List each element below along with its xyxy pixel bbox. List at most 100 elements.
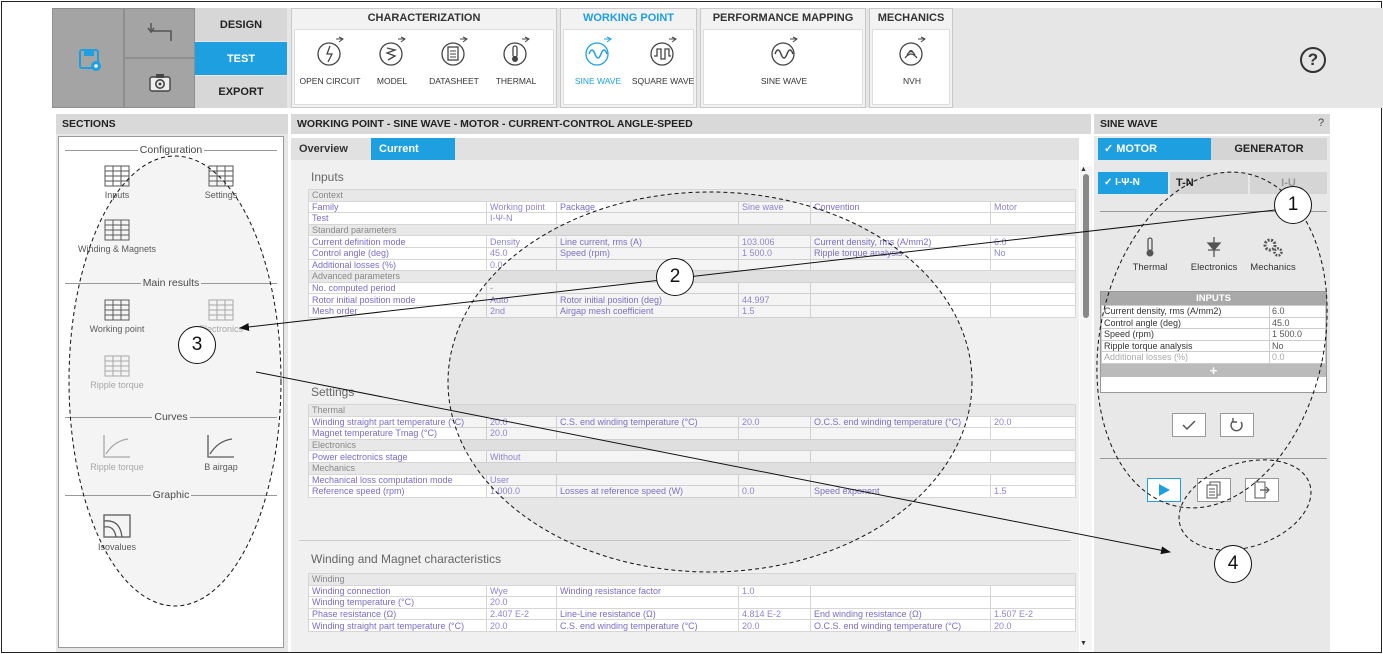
generator-tab[interactable]: GENERATOR bbox=[1211, 138, 1327, 160]
input-value[interactable]: 0.0 bbox=[1269, 351, 1326, 364]
param-value bbox=[738, 258, 811, 272]
param-value bbox=[990, 584, 1076, 598]
param-value bbox=[738, 212, 811, 225]
t-n-tab[interactable]: T-N bbox=[1170, 172, 1248, 194]
settings-table: Thermal Winding straight part temperature… bbox=[308, 404, 1076, 498]
param-label: C.S. end winding temperature (°C) bbox=[556, 415, 739, 429]
inputs-panel: INPUTS Current density, rms (A/mm2) 6.0 Co… bbox=[1100, 291, 1327, 393]
i-psi-n-tab[interactable]: ✓ I-Ψ-N bbox=[1098, 172, 1168, 194]
tool-open-circuit[interactable]: OPEN CIRCUIT bbox=[299, 36, 361, 86]
section-settings[interactable]: Settings bbox=[181, 165, 261, 200]
export-button[interactable] bbox=[1245, 478, 1279, 502]
param-value: 20.0 bbox=[486, 619, 557, 632]
input-row[interactable]: Ripple torque analysis No bbox=[1101, 339, 1326, 352]
run-button[interactable] bbox=[1147, 478, 1181, 502]
add-input-button[interactable]: + bbox=[1101, 363, 1326, 377]
group-title: MECHANICS bbox=[877, 12, 945, 24]
table-row: Winding connection Wye Winding resistance … bbox=[308, 584, 1076, 598]
tool-mapping-sine-wave[interactable]: SINE WAVE bbox=[752, 36, 816, 86]
table-row: Winding straight part temperature (°C) 20… bbox=[308, 619, 1076, 632]
annotation-marker-4: 4 bbox=[1214, 545, 1252, 583]
param-label: Rotor initial position (deg) bbox=[556, 293, 739, 306]
section-ripple-torque[interactable]: Ripple torque bbox=[77, 355, 157, 390]
param-value: 2.407 E-2 bbox=[486, 607, 557, 621]
save-tile[interactable] bbox=[52, 8, 124, 108]
input-row[interactable]: Current density, rms (A/mm2) 6.0 bbox=[1101, 305, 1326, 318]
table-row: Magnet temperature Tmag (°C) 20.0 bbox=[308, 427, 1076, 440]
undo-icon[interactable] bbox=[145, 21, 175, 43]
performance-mapping-group: PERFORMANCE MAPPING SINE WAVE bbox=[700, 8, 866, 108]
option-electronics[interactable]: Electronics bbox=[1184, 236, 1244, 273]
category-main-results: Main results bbox=[65, 277, 277, 289]
apply-button[interactable] bbox=[1172, 413, 1206, 437]
motor-tab[interactable]: ✓ MOTOR bbox=[1098, 138, 1211, 160]
mode-test-button[interactable]: TEST bbox=[195, 42, 287, 75]
screenshot-tile[interactable] bbox=[124, 58, 195, 108]
param-value bbox=[738, 281, 811, 295]
section-ripple-torque-curve[interactable]: Ripple torque bbox=[77, 433, 157, 472]
param-label bbox=[556, 427, 739, 440]
param-label bbox=[810, 258, 991, 272]
undo-tile[interactable] bbox=[124, 8, 195, 58]
param-value: 0.0 bbox=[486, 258, 557, 272]
group-label: Standard parameters bbox=[308, 223, 1076, 237]
section-inputs[interactable]: Inputs bbox=[77, 165, 157, 200]
input-row[interactable]: Control angle (deg) 45.0 bbox=[1101, 316, 1326, 329]
input-row[interactable]: Additional losses (%) 0.0 bbox=[1101, 351, 1326, 364]
tool-datasheet[interactable]: DATASHEET bbox=[423, 36, 485, 86]
param-label: Winding temperature (°C) bbox=[308, 596, 487, 609]
param-value: I-Ψ-N bbox=[486, 212, 557, 225]
mode-export-button[interactable]: EXPORT bbox=[195, 76, 287, 108]
tab-current[interactable]: Current bbox=[371, 138, 455, 160]
param-value: 1 500.0 bbox=[738, 246, 811, 260]
table-row: Reference speed (rpm) 1 000.0 Losses at re… bbox=[308, 485, 1076, 498]
scroll-up-icon[interactable]: ▲ bbox=[1080, 166, 1087, 173]
input-value[interactable]: 45.0 bbox=[1269, 316, 1326, 329]
param-label: Current definition mode bbox=[308, 235, 487, 248]
tool-sine-wave[interactable]: SINE WAVE bbox=[566, 36, 630, 86]
panel-help-icon[interactable]: ? bbox=[1318, 117, 1324, 129]
tool-square-wave[interactable]: SQUARE WAVE bbox=[630, 36, 696, 86]
report-button[interactable] bbox=[1197, 478, 1231, 502]
curve-chart-icon bbox=[103, 435, 130, 458]
sine-wave-icon bbox=[771, 36, 798, 66]
section-winding-magnets[interactable]: Winding & Magnets bbox=[77, 219, 157, 254]
param-label: Control angle (deg) bbox=[308, 246, 487, 260]
mechanics-group: MECHANICS NVH bbox=[869, 8, 953, 108]
tool-label: SINE WAVE bbox=[760, 76, 808, 86]
param-value bbox=[738, 596, 811, 609]
section-isovalues[interactable]: Isovalues bbox=[77, 513, 157, 552]
expand-arrow-icon[interactable]: > bbox=[165, 369, 173, 385]
param-value: 20.0 bbox=[486, 415, 557, 429]
group-label: Mechanics bbox=[308, 461, 1076, 475]
tool-model[interactable]: MODEL bbox=[361, 36, 423, 86]
inputs-table: Context Family Working point Package Sine wa… bbox=[308, 189, 1076, 318]
help-icon[interactable]: ? bbox=[1300, 47, 1326, 73]
input-row[interactable]: Speed (rpm) 1 500.0 bbox=[1101, 328, 1326, 341]
input-value[interactable]: 6.0 bbox=[1269, 305, 1326, 318]
option-thermal[interactable]: Thermal bbox=[1120, 236, 1180, 273]
input-label: Control angle (deg) bbox=[1101, 316, 1270, 329]
scroll-down-icon[interactable]: ▼ bbox=[1080, 640, 1087, 647]
tool-thermal[interactable]: THERMAL bbox=[485, 36, 547, 86]
param-value bbox=[990, 427, 1076, 440]
param-label: Package bbox=[556, 200, 739, 214]
input-value[interactable]: 1 500.0 bbox=[1269, 328, 1326, 341]
tool-nvh[interactable]: NVH bbox=[881, 36, 943, 86]
camera-icon[interactable] bbox=[148, 73, 172, 93]
section-working-point[interactable]: Working point bbox=[77, 299, 157, 334]
param-value: 6.0 bbox=[990, 235, 1076, 248]
tab-overview[interactable]: Overview bbox=[291, 138, 371, 160]
mode-design-button[interactable]: DESIGN bbox=[195, 8, 287, 41]
param-label: Additional losses (%) bbox=[308, 258, 487, 272]
param-label: Rotor initial position mode bbox=[308, 293, 487, 306]
param-value bbox=[990, 304, 1076, 318]
option-mechanics[interactable]: Mechanics bbox=[1243, 236, 1303, 273]
annotation-marker-1: 1 bbox=[1274, 186, 1312, 224]
input-value[interactable]: No bbox=[1269, 339, 1326, 352]
reset-button[interactable] bbox=[1220, 413, 1254, 437]
scrollbar-thumb[interactable] bbox=[1083, 174, 1089, 318]
section-b-airgap[interactable]: B airgap bbox=[181, 433, 261, 472]
save-settings-icon[interactable] bbox=[77, 47, 103, 73]
group-row: Thermal bbox=[308, 404, 1076, 417]
